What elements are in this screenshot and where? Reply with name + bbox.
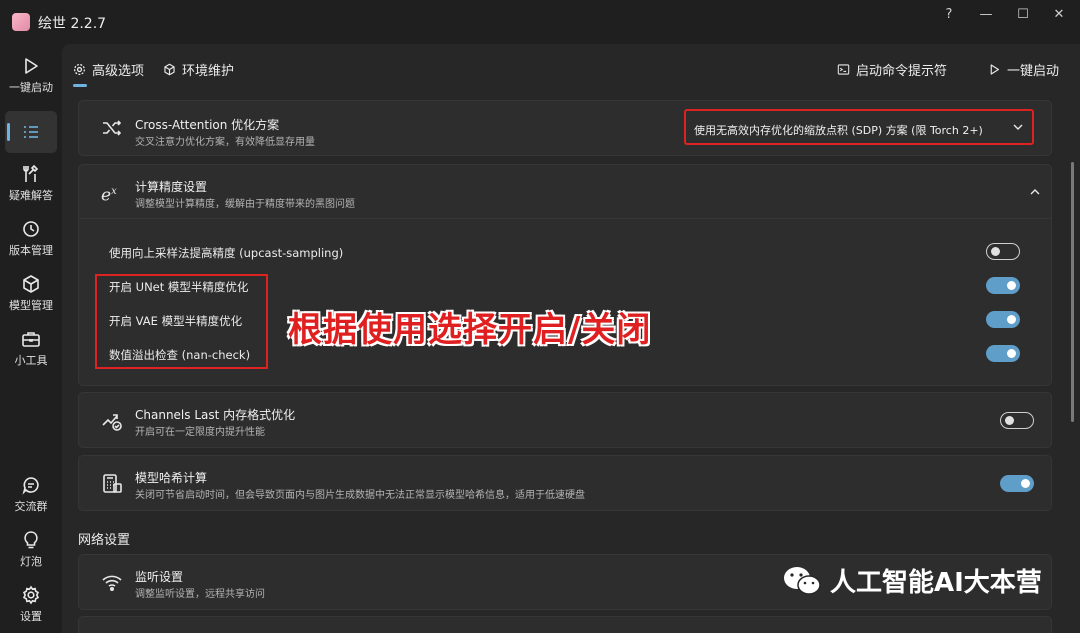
package-icon: [164, 63, 175, 76]
tab-label: 环境维护: [182, 64, 235, 79]
upcast-sampling-toggle[interactable]: [986, 243, 1020, 260]
sidebar: 一键启动 疑难解答 版本管理 模型管理 小工具 交流群 灯泡 设置: [0, 44, 62, 633]
wechat-icon: [784, 566, 821, 595]
toolbox-icon: [22, 332, 40, 347]
chevron-up-icon[interactable]: [1029, 186, 1041, 198]
sidebar-item-versions[interactable]: 版本管理: [0, 219, 62, 258]
nan-check-toggle[interactable]: [986, 345, 1020, 362]
highlight-box: [95, 274, 268, 369]
title-bar: 绘世 2.2.7 ? — ☐ ✕: [0, 0, 1080, 44]
calculator-icon: [103, 474, 122, 493]
top-toolbar: 高级选项 环境维护 启动命令提示符 一键启动: [62, 44, 1080, 96]
upcast-sampling-label: 使用向上采样法提高精度 (upcast-sampling): [109, 246, 344, 260]
scrollbar[interactable]: [1071, 162, 1074, 422]
card-description: 调整监听设置，远程共享访问: [135, 589, 265, 600]
tab-advanced-options[interactable]: 高级选项: [73, 60, 144, 79]
button-label: 启动命令提示符: [856, 64, 948, 79]
play-icon: [990, 64, 999, 75]
tools-icon: [23, 164, 39, 182]
gear-icon: [73, 63, 86, 76]
lightbulb-icon: [24, 531, 38, 549]
channels-last-toggle[interactable]: [1000, 412, 1034, 429]
gear-icon: [22, 585, 40, 605]
terminal-icon: [837, 64, 850, 75]
main-content: 高级选项 环境维护 启动命令提示符 一键启动 Cross-Attention 优…: [62, 44, 1080, 633]
app-logo-icon: [12, 13, 30, 31]
card-description: 关闭可节省启动时间，但会导致页面内与图片生成数据中无法正常显示模型哈希信息，适用…: [135, 490, 585, 501]
exponent-icon: ex: [101, 185, 117, 206]
one-click-launch-button[interactable]: 一键启动: [988, 60, 1059, 79]
trend-check-icon: [102, 414, 122, 431]
sidebar-item-label: 小工具: [14, 354, 48, 367]
minimize-button[interactable]: —: [971, 6, 1001, 24]
card-title: 计算精度设置: [135, 180, 208, 194]
sidebar-item-tools[interactable]: 小工具: [0, 329, 62, 368]
sidebar-item-label: 一键启动: [9, 81, 53, 94]
sidebar-item-community[interactable]: 交流群: [0, 475, 62, 514]
sidebar-item-models[interactable]: 模型管理: [0, 274, 62, 313]
sidebar-item-settings[interactable]: 设置: [0, 585, 62, 624]
precision-header[interactable]: ex 计算精度设置 调整模型计算精度，缓解由于精度带来的黑图问题: [79, 165, 1051, 219]
channels-last-card: Channels Last 内存格式优化 开启可在一定限度内提升性能: [78, 392, 1052, 448]
close-button[interactable]: ✕: [1044, 6, 1074, 24]
watermark: 人工智能AI大本营: [782, 562, 1042, 599]
button-label: 一键启动: [1007, 64, 1060, 79]
chat-icon: [22, 477, 39, 495]
cross-attention-dropdown[interactable]: 使用无高效内存优化的缩放点积 (SDP) 方案 (限 Torch 2+): [684, 109, 1034, 145]
cube-icon: [23, 275, 39, 293]
help-button[interactable]: ?: [934, 6, 964, 24]
card-description: 交叉注意力优化方案，有效降低显存用量: [135, 137, 315, 148]
sidebar-item-label: 灯泡: [20, 555, 42, 568]
sidebar-item-bulb[interactable]: 灯泡: [0, 530, 62, 569]
tab-label: 高级选项: [92, 64, 145, 79]
card-description: 调整模型计算精度，缓解由于精度带来的黑图问题: [135, 199, 355, 210]
sidebar-item-launch[interactable]: 一键启动: [0, 56, 62, 95]
unet-half-precision-toggle[interactable]: [986, 277, 1020, 294]
open-command-prompt-button[interactable]: 启动命令提示符: [837, 60, 947, 79]
card-title: 模型哈希计算: [135, 471, 208, 485]
active-tab-indicator: [73, 84, 87, 87]
sidebar-item-label: 模型管理: [9, 299, 53, 312]
card-title: Channels Last 内存格式优化: [135, 408, 296, 422]
maximize-button[interactable]: ☐: [1008, 6, 1038, 24]
window-title: 绘世 2.2.7: [38, 16, 107, 32]
card-description: 开启可在一定限度内提升性能: [135, 427, 265, 438]
sidebar-item-label: 交流群: [14, 500, 48, 513]
card-title: 监听设置: [135, 570, 184, 584]
selected-indicator: [7, 123, 10, 141]
sidebar-item-label: 设置: [20, 610, 42, 623]
list-icon: [24, 126, 38, 138]
watermark-text: 人工智能AI大本营: [830, 568, 1042, 598]
sidebar-item-label: 疑难解答: [9, 189, 53, 202]
annotation-text: 根据使用选择开启/关闭: [288, 310, 652, 350]
network-section-title: 网络设置: [78, 533, 131, 548]
tab-environment[interactable]: 环境维护: [163, 60, 234, 79]
wifi-icon: [102, 575, 122, 592]
sidebar-item-advanced[interactable]: [5, 111, 57, 153]
model-hash-toggle[interactable]: [1000, 475, 1034, 492]
history-icon: [23, 221, 39, 237]
play-icon: [25, 58, 38, 74]
cross-attention-card: Cross-Attention 优化方案 交叉注意力优化方案，有效降低显存用量 …: [78, 100, 1052, 156]
card-title: Cross-Attention 优化方案: [135, 118, 280, 132]
next-settings-card[interactable]: [78, 616, 1052, 633]
shuffle-icon: [103, 120, 122, 136]
vae-half-precision-toggle[interactable]: [986, 311, 1020, 328]
dropdown-value: 使用无高效内存优化的缩放点积 (SDP) 方案 (限 Torch 2+): [694, 124, 983, 137]
model-hash-card: 模型哈希计算 关闭可节省启动时间，但会导致页面内与图片生成数据中无法正常显示模型…: [78, 455, 1052, 511]
sidebar-item-label: 版本管理: [9, 244, 53, 257]
chevron-down-icon: [1013, 124, 1023, 130]
sidebar-item-troubleshoot[interactable]: 疑难解答: [0, 164, 62, 203]
